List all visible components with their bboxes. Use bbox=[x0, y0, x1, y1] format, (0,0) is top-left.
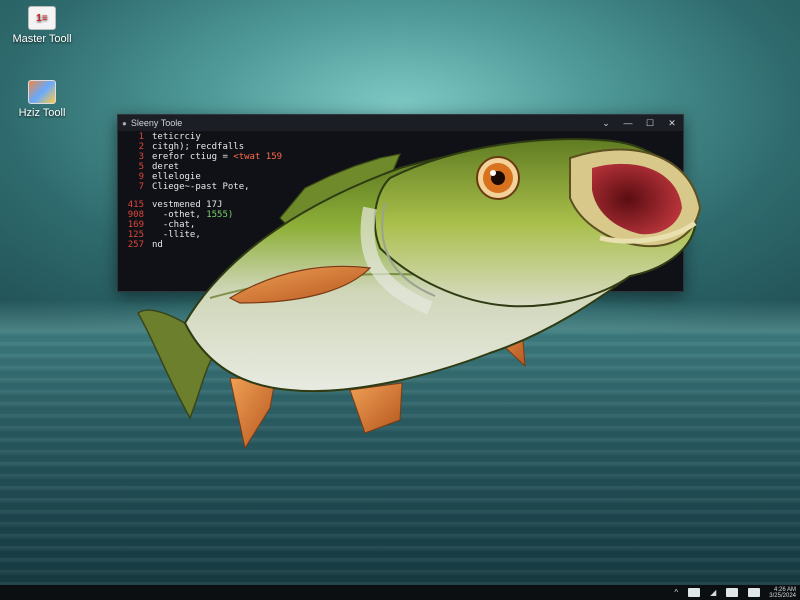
notification-icon[interactable] bbox=[748, 588, 761, 597]
close-button[interactable]: ✕ bbox=[661, 118, 683, 129]
desktop-icon-label: Hziz Tooll bbox=[18, 107, 66, 119]
minimize-button[interactable]: — bbox=[617, 118, 639, 128]
desktop-icon-label: Master Tooll bbox=[12, 33, 72, 45]
maximize-button[interactable]: ☐ bbox=[639, 118, 661, 129]
taskbar-clock[interactable]: 4:26 AM 3/25/2024 bbox=[769, 587, 796, 599]
desktop-icon-hziz-tool[interactable]: Hziz Tooll bbox=[2, 80, 82, 119]
clock-time: 4:26 AM bbox=[773, 586, 796, 593]
desktop-icon-master-tool[interactable]: 1≡ Master Tooll bbox=[2, 6, 82, 45]
keyboard-icon[interactable] bbox=[726, 588, 739, 597]
chevron-up-icon[interactable]: ^ bbox=[674, 588, 678, 597]
fish-eye bbox=[476, 156, 520, 200]
clock-date: 3/25/2024 bbox=[769, 592, 796, 599]
bass-fish-illustration bbox=[137, 138, 702, 450]
master-tool-icon: 1≡ bbox=[28, 6, 56, 30]
chevron-down-icon[interactable]: ⌄ bbox=[595, 118, 617, 129]
terminal-app-icon: ● bbox=[122, 118, 127, 128]
taskbar[interactable]: ^ ◢ 4:26 AM 3/25/2024 bbox=[0, 585, 800, 600]
network-icon[interactable] bbox=[688, 588, 701, 597]
hziz-tool-icon bbox=[28, 80, 56, 104]
window-title: Sleeny Toole bbox=[130, 118, 183, 128]
volume-icon[interactable]: ◢ bbox=[710, 588, 716, 597]
